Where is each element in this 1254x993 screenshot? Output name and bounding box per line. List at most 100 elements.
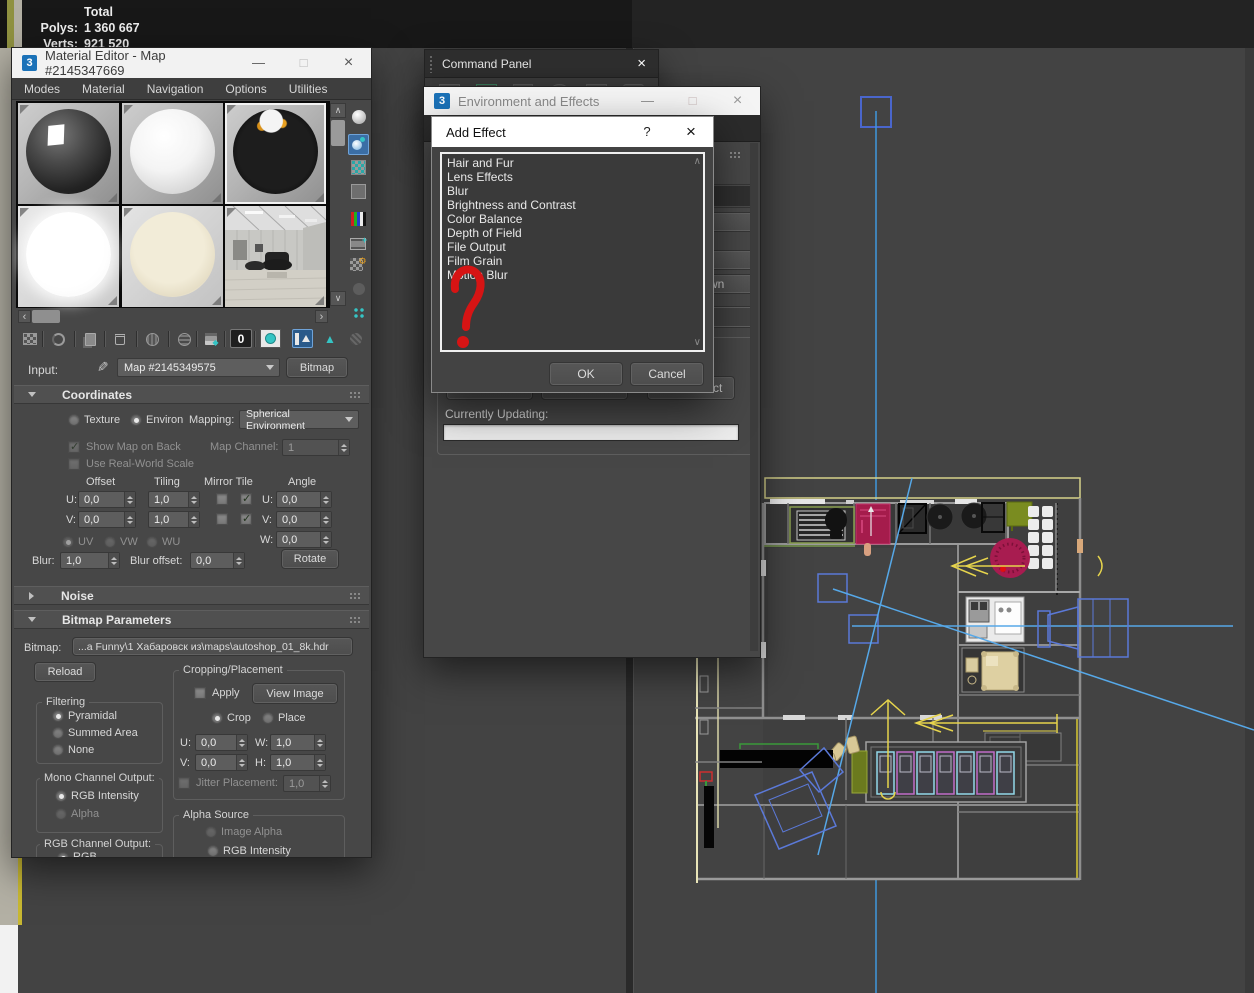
- show-map-on-back-checkbox[interactable]: [68, 441, 80, 453]
- slots-scroll-down[interactable]: ∨: [330, 291, 346, 306]
- options-gear-icon[interactable]: ⚙: [348, 254, 369, 275]
- jitter-placement-checkbox[interactable]: [178, 777, 190, 789]
- rgb-out-radio[interactable]: [57, 852, 69, 857]
- select-by-material-icon[interactable]: [348, 278, 369, 299]
- effects-scrollbar-track[interactable]: [750, 143, 758, 651]
- view-image-button[interactable]: View Image: [253, 684, 337, 703]
- angle-w-spinner[interactable]: 0,0: [276, 531, 332, 548]
- background-checker-icon[interactable]: [348, 157, 369, 178]
- minimize-button[interactable]: —: [236, 48, 281, 78]
- vw-radio[interactable]: [104, 536, 116, 548]
- effect-item-brightness-and-contrast[interactable]: Brightness and Contrast: [442, 198, 703, 212]
- close-button[interactable]: ×: [326, 48, 371, 78]
- list-scroll-up-icon[interactable]: ∧: [694, 156, 701, 167]
- alpha-rgb-intensity-radio[interactable]: [207, 845, 219, 857]
- add-effect-titlebar[interactable]: Add Effect ? ×: [432, 117, 713, 147]
- backlight-icon[interactable]: [348, 134, 369, 155]
- go-to-parent-icon[interactable]: ▲: [320, 330, 340, 348]
- environ-radio[interactable]: [130, 414, 142, 426]
- sample-type-sphere-icon[interactable]: [348, 106, 369, 127]
- effect-item-file-output[interactable]: File Output: [442, 240, 703, 254]
- effect-item-motion-blur[interactable]: Motion Blur: [442, 268, 703, 282]
- tile-v-checkbox[interactable]: [240, 513, 252, 525]
- tiling-v-spinner[interactable]: 1,0: [148, 511, 200, 528]
- effects-listbox[interactable]: Hair and Fur Lens Effects Blur Brightnes…: [440, 152, 705, 352]
- material-options-icon[interactable]: [348, 302, 369, 323]
- uv-radio[interactable]: [62, 536, 74, 548]
- image-alpha-radio[interactable]: [205, 826, 217, 838]
- slots-scroll-up[interactable]: ∧: [330, 103, 346, 118]
- pyramidal-radio[interactable]: [52, 710, 64, 722]
- get-material-icon[interactable]: [20, 330, 40, 348]
- effect-item-lens-effects[interactable]: Lens Effects: [442, 170, 703, 184]
- blur-spinner[interactable]: 1,0: [60, 552, 120, 569]
- environment-titlebar[interactable]: 3 Environment and Effects — □ ×: [424, 87, 760, 115]
- delete-material-icon[interactable]: [110, 330, 130, 348]
- slots-scroll-left[interactable]: ‹: [18, 310, 31, 323]
- slots-scroll-thumb[interactable]: [331, 120, 345, 146]
- coordinates-rollout-header[interactable]: Coordinates: [14, 385, 369, 404]
- menu-modes[interactable]: Modes: [24, 82, 60, 96]
- rotate-button[interactable]: Rotate: [282, 550, 338, 568]
- menu-utilities[interactable]: Utilities: [289, 82, 328, 96]
- effect-item-depth-of-field[interactable]: Depth of Field: [442, 226, 703, 240]
- sample-slot-1[interactable]: [18, 103, 119, 204]
- material-id-channel-icon[interactable]: 0: [230, 329, 252, 348]
- eyedropper-icon[interactable]: ✎: [93, 361, 110, 373]
- none-filter-radio[interactable]: [52, 744, 64, 756]
- offset-v-spinner[interactable]: 0,0: [78, 511, 136, 528]
- ok-button[interactable]: OK: [550, 363, 622, 385]
- use-real-world-scale-checkbox[interactable]: [68, 458, 80, 470]
- jitter-placement-spinner[interactable]: 1,0: [283, 775, 331, 792]
- effect-item-hair-and-fur[interactable]: Hair and Fur: [442, 156, 703, 170]
- close-button[interactable]: ×: [715, 87, 760, 115]
- offset-u-spinner[interactable]: 0,0: [78, 491, 136, 508]
- sample-slot-4[interactable]: [18, 206, 119, 307]
- minimize-button[interactable]: —: [625, 87, 670, 115]
- sample-slot-3-active[interactable]: [225, 103, 326, 204]
- put-to-library-icon[interactable]: [142, 330, 162, 348]
- mono-rgb-intensity-radio[interactable]: [55, 790, 67, 802]
- show-end-result-icon[interactable]: [292, 329, 313, 348]
- slots-hscroll-thumb[interactable]: [32, 310, 60, 323]
- noise-rollout-header[interactable]: Noise: [14, 586, 369, 605]
- command-panel-close[interactable]: ×: [637, 55, 646, 72]
- slots-scroll-right[interactable]: ›: [315, 310, 328, 323]
- command-panel-titlebar[interactable]: Command Panel ×: [425, 50, 658, 78]
- blur-offset-spinner[interactable]: 0,0: [190, 552, 245, 569]
- tile-u-checkbox[interactable]: [240, 493, 252, 505]
- mirror-v-checkbox[interactable]: [216, 513, 228, 525]
- cancel-button[interactable]: Cancel: [631, 363, 703, 385]
- make-material-copy-icon[interactable]: [80, 330, 100, 348]
- put-material-to-scene-icon[interactable]: [48, 330, 68, 348]
- sample-slot-5[interactable]: [122, 206, 223, 307]
- effect-item-blur[interactable]: Blur: [442, 184, 703, 198]
- list-scroll-down-icon[interactable]: ∨: [694, 337, 701, 348]
- mono-alpha-radio[interactable]: [55, 808, 67, 820]
- menu-navigation[interactable]: Navigation: [147, 82, 204, 96]
- map-channel-spinner[interactable]: 1: [282, 439, 350, 456]
- input-map-dropdown[interactable]: Map #2145349575: [117, 358, 280, 377]
- bitmap-path-button[interactable]: ...а Funny\1 Хабаровск из\maps\autoshop_…: [73, 638, 352, 655]
- effect-item-film-grain[interactable]: Film Grain: [442, 254, 703, 268]
- sample-slot-6[interactable]: [225, 206, 326, 307]
- apply-checkbox[interactable]: [194, 687, 206, 699]
- maximize-button[interactable]: □: [670, 87, 715, 115]
- bitmap-parameters-rollout-header[interactable]: Bitmap Parameters: [14, 610, 369, 629]
- crop-h-spinner[interactable]: 1,0: [270, 754, 326, 771]
- mirror-u-checkbox[interactable]: [216, 493, 228, 505]
- crop-u-spinner[interactable]: 0,0: [195, 734, 248, 751]
- show-background-icon[interactable]: [260, 329, 281, 348]
- map-type-button[interactable]: Bitmap: [287, 358, 347, 377]
- summed-area-radio[interactable]: [52, 727, 64, 739]
- texture-radio[interactable]: [68, 414, 80, 426]
- reload-button[interactable]: Reload: [35, 663, 95, 681]
- angle-v-spinner[interactable]: 0,0: [276, 511, 332, 528]
- angle-u-spinner[interactable]: 0,0: [276, 491, 332, 508]
- crop-v-spinner[interactable]: 0,0: [195, 754, 248, 771]
- maximize-button[interactable]: □: [281, 48, 326, 78]
- place-radio[interactable]: [262, 712, 274, 724]
- menu-options[interactable]: Options: [225, 82, 266, 96]
- drag-grip-icon[interactable]: [429, 55, 434, 73]
- sample-swatch-icon[interactable]: [348, 181, 369, 202]
